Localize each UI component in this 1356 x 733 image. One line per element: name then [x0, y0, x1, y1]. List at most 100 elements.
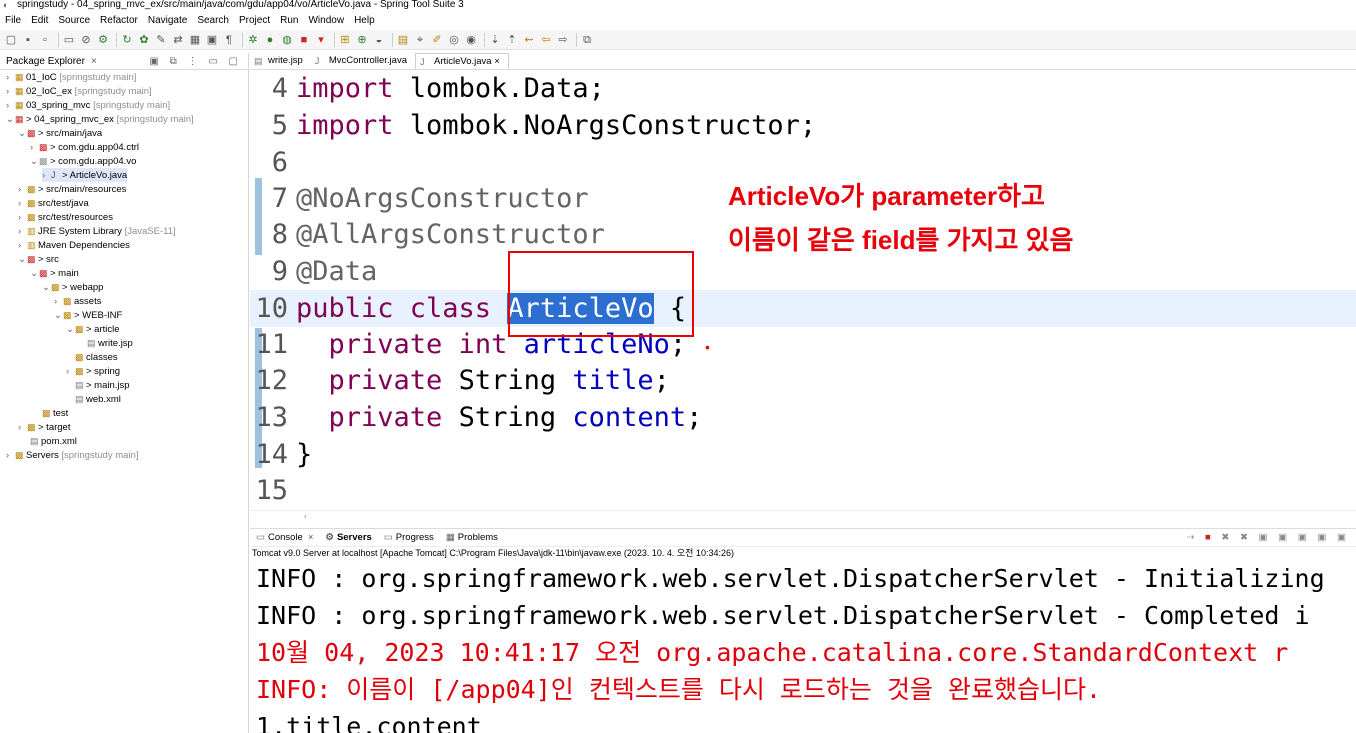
- tree-item-src[interactable]: ⌄▩ > src: [18, 252, 59, 266]
- tree-item-maven-dependencies[interactable]: › ▥ Maven Dependencies: [18, 238, 130, 252]
- tab-servers[interactable]: ⚙ Servers: [319, 532, 377, 543]
- stop-icon[interactable]: ■: [297, 33, 311, 47]
- spring-icon[interactable]: ✿: [137, 33, 151, 47]
- tree-item-pom-xml[interactable]: ▤ pom.xml: [30, 434, 77, 448]
- prev-annotation-icon[interactable]: ⇡: [505, 33, 519, 47]
- tree-item-articlevo-java[interactable]: › J > ArticleVo.java: [42, 168, 128, 183]
- code-editor[interactable]: 4 import lombok.Data; 5 import lombok.NoAr…: [250, 70, 1356, 510]
- console-output[interactable]: INFO : org.springframework.web.servlet.D…: [250, 560, 1356, 733]
- chevron-right-icon[interactable]: ›: [18, 183, 27, 197]
- tree-item-main[interactable]: ⌄▩ > main: [30, 266, 79, 280]
- bug-icon[interactable]: ✲: [246, 33, 260, 47]
- forward-icon[interactable]: ⇨: [556, 33, 570, 47]
- save-all-icon[interactable]: ▫: [38, 33, 52, 47]
- tab-mvccontroller-java[interactable]: J MvcController.java: [311, 53, 415, 69]
- tree-item-04-spring-mvc-ex[interactable]: ⌄▦ > 04_spring_mvc_ex [springstudy main]: [6, 112, 194, 126]
- tree-item-classes[interactable]: ▩ classes: [75, 350, 118, 364]
- menu-window[interactable]: Window: [303, 12, 349, 29]
- menu-source[interactable]: Source: [53, 12, 95, 29]
- menu-edit[interactable]: Edit: [26, 12, 53, 29]
- perspective-icon[interactable]: ⧉: [580, 33, 594, 47]
- chevron-right-icon[interactable]: ›: [6, 449, 15, 463]
- tree-item-target[interactable]: › ▩ > target: [18, 420, 70, 434]
- new-package-icon[interactable]: ⊞: [338, 33, 352, 47]
- tree-item-02-ioc-ex[interactable]: › ▦ 02_IoC_ex [springstudy main]: [6, 84, 152, 98]
- terminal-icon[interactable]: ▭: [62, 33, 76, 47]
- menu-project[interactable]: Project: [234, 12, 275, 29]
- chevron-down-icon[interactable]: ⌄: [66, 323, 75, 337]
- search-icon[interactable]: ◎: [447, 33, 461, 47]
- tree-item-web-inf[interactable]: ⌄▩ > WEB-INF: [54, 308, 122, 322]
- tab-write-jsp[interactable]: ▤ write.jsp: [250, 53, 311, 69]
- window-icon[interactable]: ▣: [205, 33, 219, 47]
- chevron-down-icon[interactable]: ⌄: [30, 267, 39, 281]
- editor-horizontal-scrollbar[interactable]: ‹: [250, 510, 1356, 525]
- tree-item-src-test-resources[interactable]: › ▩ src/test/resources: [18, 210, 113, 224]
- coverage-icon[interactable]: ◍: [280, 33, 294, 47]
- run-icon[interactable]: ●: [263, 33, 277, 47]
- chevron-down-icon[interactable]: ⌄: [6, 113, 15, 127]
- open-type-icon[interactable]: ⌖: [413, 33, 427, 47]
- tab-progress[interactable]: ▭ Progress: [378, 532, 440, 543]
- chevron-right-icon[interactable]: ›: [6, 85, 15, 99]
- chevron-down-icon[interactable]: ⌄: [42, 281, 51, 295]
- tree-item-jre-library[interactable]: › ▥ JRE System Library [JavaSE-11]: [18, 224, 176, 238]
- new-icon[interactable]: ▢: [4, 33, 18, 47]
- chevron-right-icon[interactable]: ›: [30, 141, 39, 155]
- tree-item-src-main-resources[interactable]: › ▩ > src/main/resources: [18, 182, 126, 196]
- close-icon[interactable]: ×: [91, 56, 97, 67]
- web-icon[interactable]: ◒: [372, 33, 386, 47]
- tree-item-servers[interactable]: › ▩ Servers [springstudy main]: [6, 448, 138, 462]
- folder-open-icon[interactable]: ▤: [396, 33, 410, 47]
- chevron-down-icon[interactable]: ⌄: [18, 253, 27, 267]
- menu-navigate[interactable]: Navigate: [143, 12, 192, 29]
- tab-problems[interactable]: ▦ Problems: [440, 532, 504, 543]
- tree-item-test[interactable]: ▩ test: [42, 406, 68, 420]
- pen-icon[interactable]: ✎: [154, 33, 168, 47]
- tree-item-vo-package[interactable]: ⌄▩ > com.gdu.app04.vo: [30, 154, 136, 168]
- chevron-right-icon[interactable]: ›: [54, 295, 63, 309]
- tree-item-03-spring-mvc[interactable]: › ▦ 03_spring_mvc [springstudy main]: [6, 98, 170, 112]
- tree-item-article[interactable]: ⌄▩ > article: [66, 322, 120, 336]
- chevron-right-icon[interactable]: ›: [6, 71, 15, 85]
- chevron-right-icon[interactable]: ›: [18, 211, 27, 225]
- tree-item-web-xml[interactable]: ▤ web.xml: [75, 392, 121, 406]
- tree-item-assets[interactable]: › ▩ assets: [54, 294, 101, 308]
- tree-item-ctrl-package[interactable]: › ▩ > com.gdu.app04.ctrl: [30, 140, 139, 154]
- refresh-icon[interactable]: ↻: [120, 33, 134, 47]
- chevron-right-icon[interactable]: ›: [18, 197, 27, 211]
- paragraph-icon[interactable]: ¶: [222, 33, 236, 47]
- new-class-icon[interactable]: ⊕: [355, 33, 369, 47]
- close-tab-icon[interactable]: ×: [494, 56, 500, 67]
- menu-file[interactable]: File: [0, 12, 26, 29]
- menu-refactor[interactable]: Refactor: [95, 12, 143, 29]
- tree-item-main-jsp[interactable]: ▤ > main.jsp: [75, 378, 130, 392]
- menu-help[interactable]: Help: [349, 12, 380, 29]
- tree-item-01-ioc[interactable]: › ▦ 01_IoC [springstudy main]: [6, 70, 136, 84]
- tab-console[interactable]: ▭ Console ×: [250, 532, 319, 543]
- server-icon[interactable]: ▾: [314, 33, 328, 47]
- debug-icon[interactable]: ⚙: [96, 33, 110, 47]
- console-toolbar-icons[interactable]: ⇢ ■ ✖ ✖ ▣ ▣ ▣ ▣ ▣: [1186, 532, 1350, 543]
- globe-icon[interactable]: ◉: [464, 33, 478, 47]
- chevron-right-icon[interactable]: ›: [18, 225, 27, 239]
- scroll-left-icon[interactable]: ‹: [304, 511, 307, 521]
- tree-item-write-jsp[interactable]: ▤ write.jsp: [87, 336, 133, 350]
- tree-item-src-main-java[interactable]: ⌄▩ > src/main/java: [18, 126, 102, 140]
- menu-search[interactable]: Search: [192, 12, 234, 29]
- chevron-right-icon[interactable]: ›: [18, 239, 27, 253]
- skip-breakpoints-icon[interactable]: ⊘: [79, 33, 93, 47]
- chevron-down-icon[interactable]: ⌄: [18, 127, 27, 141]
- chevron-down-icon[interactable]: ⌄: [54, 309, 63, 323]
- package-explorer-title[interactable]: Package Explorer: [0, 56, 85, 67]
- tree-item-src-test-java[interactable]: › ▩ src/test/java: [18, 196, 89, 210]
- last-edit-icon[interactable]: ⇜: [522, 33, 536, 47]
- close-icon[interactable]: ×: [308, 532, 314, 543]
- view-menu-icons[interactable]: ▣ ⧉ ⋮ ▭ ▢: [149, 56, 242, 67]
- chevron-down-icon[interactable]: ⌄: [30, 155, 39, 169]
- menu-run[interactable]: Run: [275, 12, 303, 29]
- back-icon[interactable]: ⇦: [539, 33, 553, 47]
- chevron-right-icon[interactable]: ›: [42, 169, 51, 183]
- chevron-right-icon[interactable]: ›: [18, 421, 27, 435]
- tree-item-webapp[interactable]: ⌄▩ > webapp: [42, 280, 103, 294]
